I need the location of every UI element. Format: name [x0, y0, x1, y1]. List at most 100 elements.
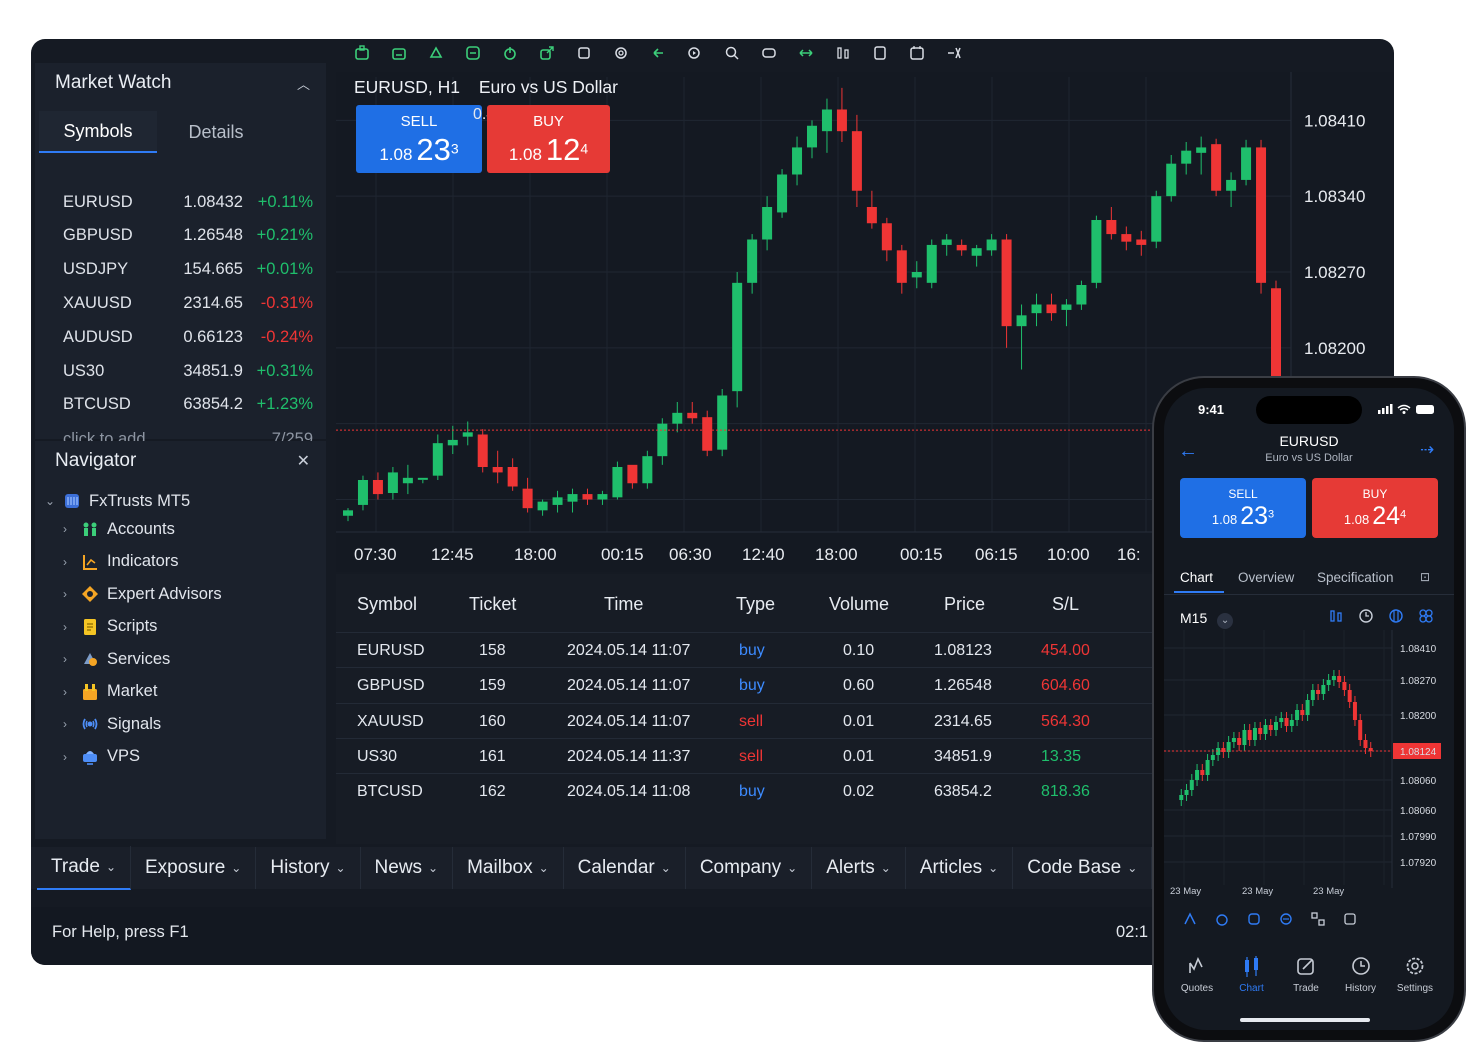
cube-icon[interactable]: [573, 42, 595, 64]
navigator-item[interactable]: › Services: [63, 649, 170, 669]
symbol-row[interactable]: USDJPY 154.665 +0.01%: [63, 255, 313, 285]
table-cell-price: 63854.2: [934, 783, 992, 801]
toolbox-tab[interactable]: Mailbox ⌄: [453, 847, 564, 889]
crosshair-icon[interactable]: [943, 42, 965, 64]
chevron-right-icon[interactable]: ›: [63, 522, 79, 536]
symbol-name: EURUSD: [63, 192, 133, 211]
symbol-row[interactable]: AUDUSD 0.66123 -0.24%: [63, 322, 313, 352]
candle-body: [986, 239, 997, 251]
undo-arrow-icon[interactable]: [647, 42, 669, 64]
chevron-right-icon[interactable]: ›: [63, 685, 79, 699]
candle-body: [1241, 147, 1252, 180]
phone-buy-price: 1.08 244: [1343, 502, 1407, 530]
export-icon[interactable]: [536, 42, 558, 64]
phone-tab-overview[interactable]: Overview: [1238, 570, 1294, 585]
power-icon[interactable]: [499, 42, 521, 64]
phone-nav-history[interactable]: History: [1335, 953, 1387, 994]
phone-tab-chart[interactable]: Chart: [1180, 570, 1213, 585]
toolbox-tab[interactable]: History ⌄: [256, 847, 361, 889]
clock-icon[interactable]: [1358, 608, 1374, 624]
column-header[interactable]: Type: [736, 594, 775, 615]
phone-candle: [1274, 716, 1278, 736]
toolbox-tab[interactable]: Trade ⌄: [37, 846, 131, 890]
phone-nav-chart[interactable]: Chart: [1226, 953, 1278, 994]
zoom-out-icon[interactable]: [758, 42, 780, 64]
chevron-right-icon[interactable]: ›: [63, 555, 79, 569]
chevron-right-icon[interactable]: ›: [63, 587, 79, 601]
column-header[interactable]: Ticket: [469, 594, 516, 615]
navigator-item[interactable]: › Indicators: [63, 552, 179, 572]
symbol-row[interactable]: BTCUSD 63854.2 +1.23%: [63, 390, 313, 420]
navigator-item[interactable]: › Accounts: [63, 519, 175, 539]
buy-button[interactable]: BUY 1.08 124: [487, 105, 610, 173]
timeframe-selector[interactable]: M15 ⌄: [1180, 610, 1234, 629]
column-header[interactable]: Time: [604, 594, 643, 615]
toolbox-tab[interactable]: Alerts ⌄: [812, 847, 906, 889]
indicators-icon[interactable]: [1388, 608, 1404, 624]
toolbox-tab[interactable]: Code Base ⌄: [1013, 847, 1153, 889]
chevron-right-icon[interactable]: ›: [63, 620, 79, 634]
toolbox-tab[interactable]: Articles ⌄: [906, 847, 1014, 889]
symbol-row[interactable]: EURUSD 1.08432 +0.11%: [63, 187, 313, 217]
column-header[interactable]: Price: [944, 594, 985, 615]
algo-trading-icon[interactable]: [388, 42, 410, 64]
candles-icon[interactable]: [1328, 608, 1344, 624]
text-icon[interactable]: [1342, 911, 1358, 927]
objects-icon[interactable]: [1418, 608, 1434, 624]
chevron-right-icon[interactable]: ›: [63, 750, 79, 764]
fibo-icon[interactable]: [1214, 911, 1230, 927]
navigator-item[interactable]: › Signals: [63, 714, 161, 734]
collapse-chevron-icon[interactable]: ︿: [297, 74, 310, 93]
trendline-icon[interactable]: [1246, 911, 1262, 927]
column-header[interactable]: S/L: [1052, 594, 1079, 615]
one-click-trading-icon[interactable]: [351, 42, 373, 64]
phone-nav-quotes[interactable]: Quotes: [1171, 953, 1223, 994]
phone-nav-trade[interactable]: Trade: [1280, 953, 1332, 994]
sell-button[interactable]: SELL 1.08 233: [356, 105, 482, 173]
toolbox-tab[interactable]: News ⌄: [361, 847, 454, 889]
phone-tab-specification[interactable]: Specification: [1317, 570, 1394, 585]
navigator-item[interactable]: › Scripts: [63, 617, 157, 637]
phone-candlestick-chart[interactable]: 1.08410 1.08270 1.08200 1.08124 1.08060 1.080…: [1164, 630, 1454, 910]
column-header[interactable]: Symbol: [357, 594, 417, 615]
cursor-icon[interactable]: [1182, 911, 1198, 927]
candle: [956, 239, 967, 256]
symbol-row[interactable]: GBPUSD 1.26548 +0.21%: [63, 221, 313, 251]
toolbox-tab[interactable]: Calendar ⌄: [564, 847, 686, 889]
phone-candle: [1210, 749, 1215, 766]
calendar-icon[interactable]: [906, 42, 928, 64]
candles-icon[interactable]: [832, 42, 854, 64]
settings-gear-icon[interactable]: [610, 42, 632, 64]
navigator-item[interactable]: › VPS: [63, 747, 140, 767]
chevron-right-icon[interactable]: ›: [63, 652, 79, 666]
phone-candle: [1310, 684, 1315, 706]
play-circle-icon[interactable]: [684, 42, 706, 64]
arrows-horizontal-icon[interactable]: [795, 42, 817, 64]
template-icon[interactable]: [869, 42, 891, 64]
symbol-row[interactable]: US30 34851.9 +0.31%: [63, 356, 313, 386]
switch-symbol-icon[interactable]: ⇢: [1420, 440, 1434, 460]
column-header[interactable]: Volume: [829, 594, 889, 615]
toolbox-tab[interactable]: Exposure ⌄: [131, 847, 257, 889]
expand-icon[interactable]: ⊡: [1420, 570, 1430, 584]
new-order-icon[interactable]: [425, 42, 447, 64]
phone-nav-settings[interactable]: Settings: [1389, 953, 1441, 994]
zoom-in-icon[interactable]: [721, 42, 743, 64]
navigator-item[interactable]: › Expert Advisors: [63, 584, 222, 604]
navigator-item[interactable]: › Market: [63, 682, 157, 702]
phone-buy-button[interactable]: BUY 1.08 244: [1312, 478, 1438, 538]
tab-symbols[interactable]: Symbols: [39, 111, 157, 153]
phone-sell-button[interactable]: SELL 1.08 233: [1180, 478, 1306, 538]
close-icon[interactable]: ✕: [297, 451, 310, 471]
toolbox-tab[interactable]: Company ⌄: [686, 847, 813, 889]
tab-details[interactable]: Details: [157, 111, 275, 153]
navigator-root[interactable]: ⌄ FxTrusts MT5: [45, 491, 190, 511]
chevron-right-icon[interactable]: ›: [63, 717, 79, 731]
channel-icon[interactable]: [1278, 911, 1294, 927]
phone-candle: [1252, 722, 1257, 746]
symbol-row[interactable]: XAUUSD 2314.65 -0.31%: [63, 288, 313, 318]
chevron-down-icon[interactable]: ⌄: [45, 494, 61, 508]
shapes-icon[interactable]: [1310, 911, 1326, 927]
depth-of-market-icon[interactable]: [462, 42, 484, 64]
candle: [1016, 304, 1027, 370]
